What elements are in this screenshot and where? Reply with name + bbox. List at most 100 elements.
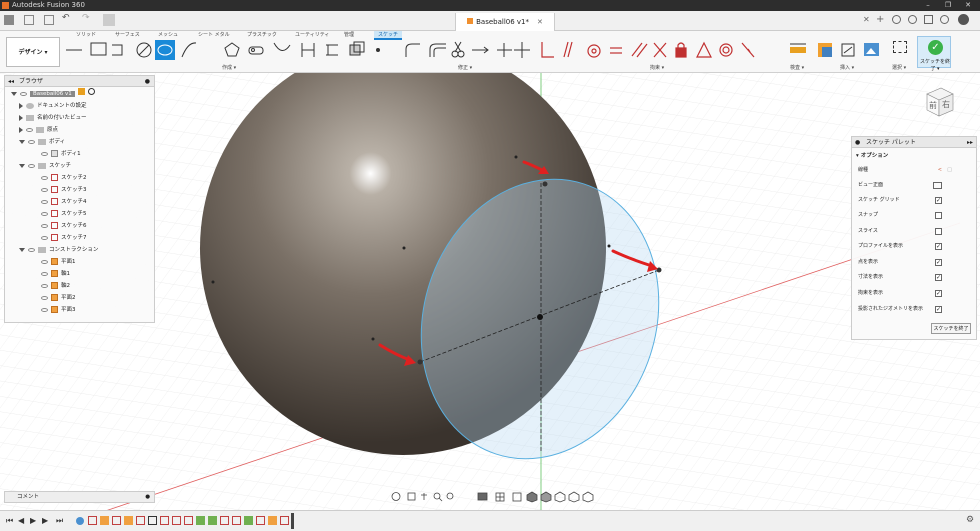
timeline-plane-feature[interactable] (124, 516, 133, 525)
select-tool-icon[interactable] (893, 41, 907, 53)
tree-row-sketch6[interactable]: スケッチ6 (41, 220, 87, 232)
tree-row-sketch2[interactable]: スケッチ2 (41, 172, 87, 184)
constraints-group-label[interactable]: 拘束 ▾ (650, 64, 664, 71)
visibility-icon[interactable] (41, 295, 48, 300)
tab-surface[interactable]: サーフェス (115, 31, 140, 38)
snap-checkbox[interactable] (935, 212, 942, 219)
workspace-switcher-button[interactable]: デザイン ▾ (6, 37, 60, 67)
timeline-split-feature[interactable] (244, 516, 253, 525)
tree-row-root[interactable]: Baseball06 v1 (11, 88, 95, 100)
tree-row-construction[interactable]: コンストラクション (19, 244, 98, 256)
timeline-prev-icon[interactable]: ◀ (18, 516, 26, 525)
finish-sketch-button[interactable]: ✓ スケッチを終了 ▾ (917, 36, 951, 72)
tree-row-named-views[interactable]: 名前の付いたビュー (19, 112, 87, 124)
job-status-icon[interactable] (908, 15, 917, 24)
tree-row-bodies[interactable]: ボディ (19, 136, 65, 148)
tree-row-plane3[interactable]: 平面3 (41, 304, 76, 316)
visibility-icon[interactable] (41, 199, 48, 204)
show-points-checkbox[interactable]: ✓ (935, 259, 942, 266)
tree-row-sketches[interactable]: スケッチ (19, 160, 71, 172)
activate-icon[interactable] (77, 88, 85, 95)
close-tab-icon[interactable]: ✕ (537, 18, 543, 26)
visibility-icon[interactable] (41, 223, 48, 228)
tree-row-sketch3[interactable]: スケッチ3 (41, 184, 87, 196)
avatar[interactable] (958, 14, 969, 25)
timeline-sketch-feature[interactable] (232, 516, 241, 525)
timeline-sketch-feature[interactable] (256, 516, 265, 525)
timeline-plane-feature[interactable] (268, 516, 277, 525)
tab-solid[interactable]: ソリッド (76, 31, 96, 38)
tree-row-document-settings[interactable]: ドキュメントの設定 (19, 100, 87, 112)
timeline-axis-feature[interactable] (208, 516, 217, 525)
close-icon[interactable]: ✕ (958, 0, 978, 11)
tree-row-axis1[interactable]: 軸1 (41, 268, 70, 280)
timeline-sketch-feature[interactable] (112, 516, 121, 525)
timeline-sketch-feature[interactable] (220, 516, 229, 525)
show-profile-checkbox[interactable]: ✓ (935, 243, 942, 250)
visibility-icon[interactable] (41, 211, 48, 216)
timeline-first-icon[interactable]: ⏮ (6, 516, 14, 525)
visibility-icon[interactable] (28, 139, 35, 144)
timeline-sketch-feature[interactable] (88, 516, 97, 525)
timeline-sketch-feature[interactable] (136, 516, 145, 525)
help-icon[interactable] (940, 15, 949, 24)
timeline-marker[interactable] (291, 513, 294, 529)
create-group-label[interactable]: 作成 ▾ (222, 64, 236, 71)
comments-panel[interactable]: コメント ● (4, 491, 155, 503)
timeline-move-feature[interactable] (148, 516, 157, 525)
view-cube[interactable]: 前 右 (921, 84, 957, 120)
linetype-icon[interactable]: < (938, 164, 942, 177)
redo-icon[interactable]: ↷ (82, 13, 90, 23)
expand-icon[interactable]: ▸▸ (967, 137, 973, 148)
notifications-icon[interactable] (924, 15, 933, 24)
radio-icon[interactable] (87, 88, 95, 95)
look-at-icon[interactable] (933, 182, 942, 189)
tab-sheet-metal[interactable]: シート メタル (198, 31, 230, 38)
extensions-icon[interactable] (892, 15, 901, 24)
timeline-sketch-feature[interactable] (280, 516, 289, 525)
maximize-icon[interactable]: ❐ (938, 0, 958, 11)
visibility-icon[interactable] (28, 247, 35, 252)
timeline-sphere-feature[interactable] (76, 517, 84, 525)
comments-pin-icon[interactable]: ● (145, 492, 150, 503)
visibility-icon[interactable] (28, 163, 35, 168)
show-dimensions-checkbox[interactable]: ✓ (935, 274, 942, 281)
visibility-icon[interactable] (41, 271, 48, 276)
timeline-settings-icon[interactable]: ⚙ (966, 515, 974, 525)
tree-row-sketch7[interactable]: スケッチ7 (41, 232, 87, 244)
timeline-next-icon[interactable]: ▶ (42, 516, 50, 525)
tab-utilities[interactable]: ユーティリティ (295, 31, 329, 38)
inspect-group-label[interactable]: 検査 ▾ (790, 64, 804, 71)
show-constraints-checkbox[interactable]: ✓ (935, 290, 942, 297)
save-icon[interactable] (44, 15, 54, 25)
tab-manage[interactable]: 管理 (344, 31, 354, 38)
tab-plastic[interactable]: プラスチック (247, 31, 277, 38)
new-tab-icon[interactable]: + (876, 14, 884, 25)
timeline-axis-feature[interactable] (196, 516, 205, 525)
file-icon[interactable] (24, 15, 34, 25)
visibility-icon[interactable] (41, 283, 48, 288)
sketch-grid-checkbox[interactable]: ✓ (935, 197, 942, 204)
tree-row-axis2[interactable]: 軸2 (41, 280, 70, 292)
visibility-icon[interactable] (41, 187, 48, 192)
tree-row-sketch5[interactable]: スケッチ5 (41, 208, 87, 220)
show-projected-checkbox[interactable]: ✓ (935, 306, 942, 313)
construction-linetype-icon[interactable]: □ (947, 164, 952, 177)
minimize-icon[interactable]: – (918, 0, 938, 11)
data-panel-icon[interactable] (4, 15, 14, 25)
tree-row-origin[interactable]: 原点 (19, 124, 58, 136)
insert-group-label[interactable]: 挿入 ▾ (840, 64, 854, 71)
tab-mesh[interactable]: メッシュ (158, 31, 178, 38)
timeline-play-icon[interactable]: ▶ (30, 516, 38, 525)
tab-close-icon[interactable]: ✕ (863, 15, 870, 24)
collapse-icon[interactable]: ◂◂ (8, 76, 14, 87)
select-group-label[interactable]: 選択 ▾ (892, 64, 906, 71)
home-icon[interactable] (103, 14, 115, 26)
visibility-icon[interactable] (26, 127, 33, 132)
timeline-sketch-feature[interactable] (172, 516, 181, 525)
palette-finish-sketch-button[interactable]: スケッチを終了 (931, 323, 971, 334)
timeline-sketch-feature[interactable] (184, 516, 193, 525)
visibility-icon[interactable] (41, 235, 48, 240)
timeline-sketch-feature[interactable] (160, 516, 169, 525)
visibility-icon[interactable] (20, 91, 27, 96)
